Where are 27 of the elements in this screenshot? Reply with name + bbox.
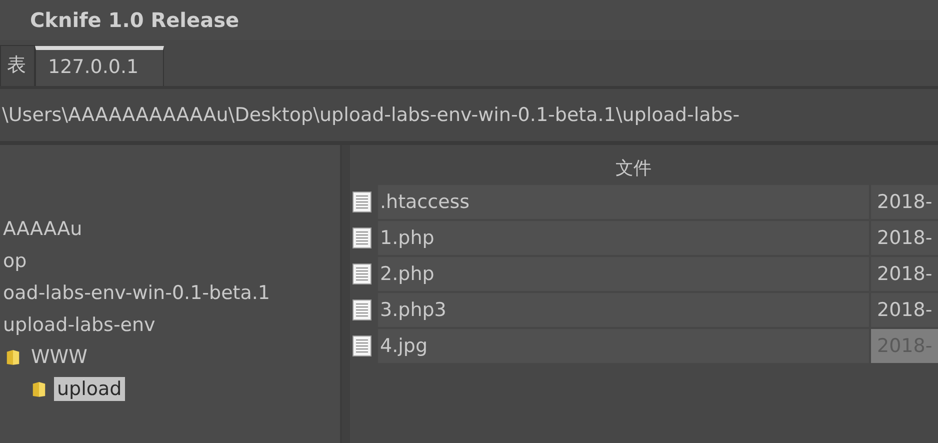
file-icon	[352, 191, 372, 213]
folder-icon	[32, 379, 46, 399]
tree-item[interactable]: oad-labs-env-win-0.1-beta.1	[0, 281, 274, 305]
table-cell: 3.php3	[378, 293, 869, 327]
window-title: Cknife 1.0 Release	[30, 8, 240, 32]
table-cell: 4.jpg	[378, 329, 869, 363]
tree-item[interactable]: upload-labs-env	[0, 313, 158, 337]
table-cell: 1.php	[378, 221, 869, 255]
path-field[interactable]: \Users\AAAAAAAAAAAu\Desktop\upload-labs-env-win-0.1-beta.1\upload-labs-	[2, 104, 740, 126]
tree-item[interactable]: upload	[54, 377, 125, 401]
tree-item[interactable]: op	[0, 249, 30, 273]
column-header[interactable]: 文件	[376, 156, 891, 180]
tree-item[interactable]: WWW	[28, 345, 90, 369]
folder-icon	[6, 347, 20, 367]
file-icon	[352, 335, 372, 357]
table-cell: 2.php	[378, 257, 869, 291]
file-icon	[352, 299, 372, 321]
table-cell: 2018-	[871, 185, 938, 219]
tree-item[interactable]: AAAAAu	[0, 217, 86, 241]
table-cell: 2018-	[871, 221, 938, 255]
table-cell: .htaccess	[378, 185, 869, 219]
tab[interactable]: 表	[0, 45, 35, 86]
table-cell: 2018-	[871, 293, 938, 327]
file-icon	[352, 263, 372, 285]
file-icon	[352, 227, 372, 249]
table-cell: 2018-	[871, 257, 938, 291]
tab[interactable]: 127.0.0.1	[35, 46, 164, 86]
